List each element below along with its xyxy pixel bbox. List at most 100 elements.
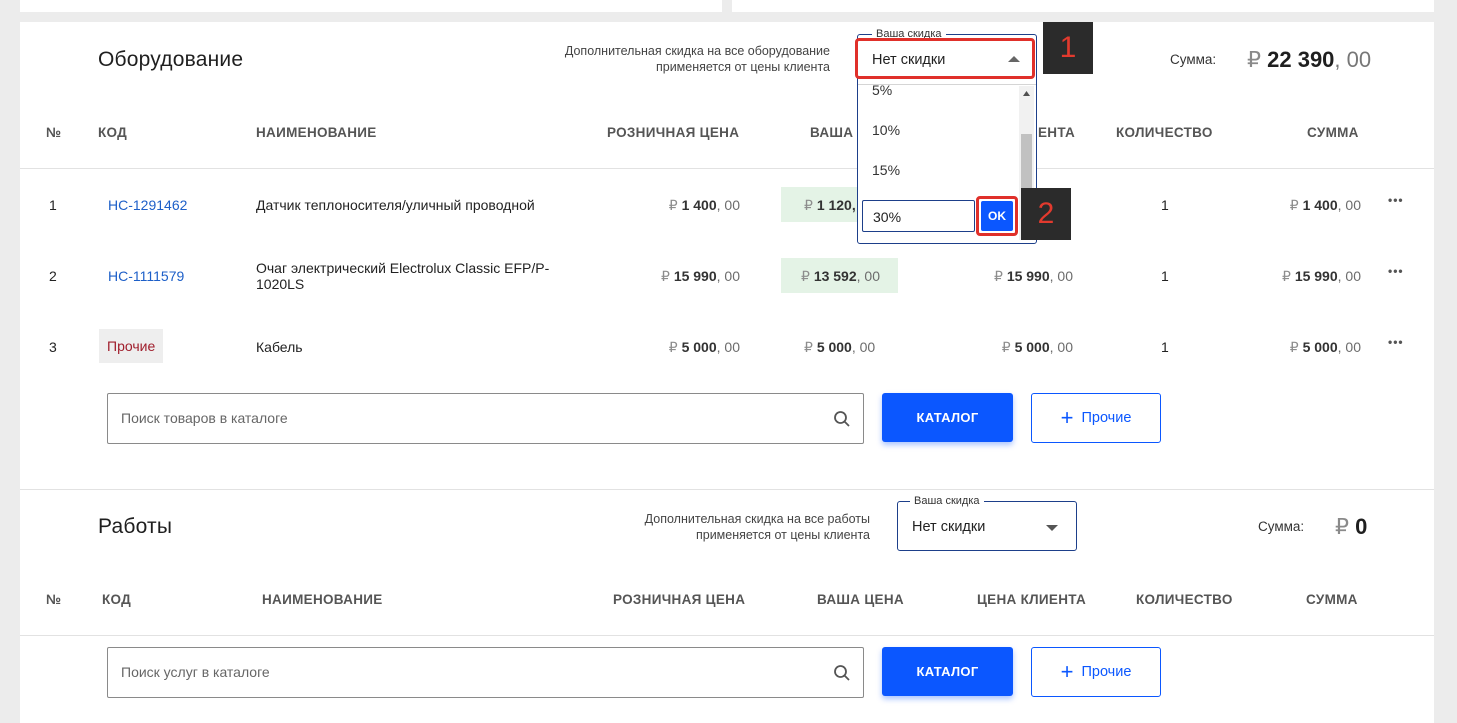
th-retail: РОЗНИЧНАЯ ЦЕНА: [607, 125, 740, 140]
row2-more-icon[interactable]: •••: [1388, 264, 1404, 278]
row3-other-tag: Прочие: [99, 329, 164, 363]
custom-discount-input[interactable]: 30%: [862, 200, 975, 232]
th-your-price: ВАША: [810, 125, 854, 140]
sum-main: 22 390: [1267, 47, 1335, 72]
other-label: Прочие: [1081, 664, 1132, 681]
th-sum: СУММА: [1307, 125, 1359, 140]
top-card-left: [20, 0, 722, 12]
sum-kop: , 00: [1334, 47, 1372, 72]
catalog-label: КАТАЛОГ: [916, 410, 979, 425]
works-th-client-price: ЦЕНА КЛИЕНТА: [977, 592, 1087, 607]
row2-client-price: ₽ 15 990, 00: [994, 268, 1073, 285]
custom-discount-value: 30%: [873, 209, 902, 225]
row3-retail: ₽ 5 000, 00: [669, 339, 740, 356]
currency: ₽: [1289, 339, 1299, 355]
hint-line-2: применяется от цены клиента: [695, 528, 870, 542]
chevron-up-icon: [1008, 56, 1020, 62]
equipment-discount-select[interactable]: Нет скидки: [855, 38, 1035, 79]
works-add-other-button[interactable]: + Прочие: [1031, 647, 1161, 697]
works-header-divider: [20, 635, 1434, 636]
annotation-badge-2: 2: [1021, 188, 1071, 240]
equipment-sum-value: ₽ 22 390, 00: [1247, 47, 1371, 73]
dropdown-option[interactable]: 5%: [872, 85, 892, 98]
works-th-name: НАИМЕНОВАНИЕ: [262, 592, 383, 607]
kop: , 00: [716, 339, 740, 355]
equipment-header-divider: [20, 168, 1434, 169]
value: 5 000: [1302, 339, 1338, 355]
kop: , 00: [716, 268, 740, 284]
currency: ₽: [804, 339, 813, 355]
ok-button[interactable]: OK: [981, 201, 1013, 231]
badge-number: 1: [1059, 31, 1077, 64]
works-discount-select[interactable]: Ваша скидка Нет скидки: [897, 495, 1077, 551]
row2-num: 2: [49, 268, 57, 284]
row2-code-link[interactable]: НС-1111579: [108, 268, 184, 284]
currency: ₽: [668, 339, 678, 355]
row2-sum: ₽ 15 990, 00: [1282, 268, 1361, 285]
row3-qty: 1: [1161, 339, 1169, 355]
row2-retail: ₽ 15 990, 00: [661, 268, 740, 285]
name-line-1: Очаг электрический Electrolux Classic EF…: [256, 260, 550, 276]
works-th-sum: СУММА: [1306, 592, 1358, 607]
sum-currency: ₽: [1247, 47, 1261, 72]
currency: ₽: [1282, 268, 1291, 284]
row2-name: Очаг электрический Electrolux Classic EF…: [256, 260, 549, 292]
row1-num: 1: [49, 197, 57, 213]
currency: ₽: [994, 268, 1003, 284]
kop: , 00: [1337, 268, 1361, 284]
dropdown-option[interactable]: 15%: [872, 162, 900, 178]
row1-retail: ₽ 1 400, 00: [669, 197, 740, 214]
th-num: №: [46, 125, 62, 140]
search-placeholder: Поиск товаров в каталоге: [121, 410, 288, 426]
scroll-up-icon[interactable]: [1023, 91, 1030, 96]
search-placeholder: Поиск услуг в каталоге: [121, 664, 270, 680]
works-th-qty: КОЛИЧЕСТВО: [1136, 592, 1233, 607]
row3-more-icon[interactable]: •••: [1388, 335, 1404, 349]
hint-line-1: Дополнительная скидка на все работы: [644, 512, 870, 526]
works-discount-hint: Дополнительная скидка на все работы прим…: [645, 511, 870, 543]
chevron-down-icon: [1046, 525, 1058, 531]
value: 1 400: [681, 197, 717, 213]
works-th-your-price: ВАША ЦЕНА: [817, 592, 904, 607]
value: 13 592: [813, 268, 857, 284]
value: 1 120,: [816, 197, 856, 213]
value: 15 990: [1294, 268, 1338, 284]
works-search-input[interactable]: Поиск услуг в каталоге: [107, 647, 864, 698]
kop: , 00: [1337, 197, 1361, 213]
dropdown-option[interactable]: 10%: [872, 122, 900, 138]
th-qty: КОЛИЧЕСТВО: [1116, 125, 1213, 140]
currency: ₽: [668, 197, 678, 213]
row3-client-price: ₽ 5 000, 00: [1002, 339, 1073, 356]
equipment-catalog-button[interactable]: КАТАЛОГ: [882, 393, 1013, 442]
section-divider: [20, 489, 1434, 490]
discount-value: Нет скидки: [872, 52, 946, 68]
sum-main: 0: [1355, 514, 1368, 539]
value: 5 000: [1014, 339, 1050, 355]
th-name: НАИМЕНОВАНИЕ: [256, 125, 377, 140]
row1-name: Датчик теплоносителя/уличный проводной: [256, 197, 535, 213]
works-catalog-button[interactable]: КАТАЛОГ: [882, 647, 1013, 696]
currency: ₽: [801, 268, 810, 284]
works-sum-label: Сумма:: [1258, 519, 1305, 534]
kop: , 00: [1049, 339, 1073, 355]
equipment-search-input[interactable]: Поиск товаров в каталоге: [107, 393, 864, 444]
search-icon[interactable]: [833, 664, 851, 682]
ok-label: OK: [988, 209, 1006, 223]
hint-line-2: применяется от цены клиента: [655, 60, 830, 74]
discount-legend: Ваша скидка: [910, 495, 984, 507]
row1-your-price: ₽ 1 120,: [804, 197, 856, 214]
currency: ₽: [804, 197, 813, 213]
equipment-add-other-button[interactable]: + Прочие: [1031, 393, 1161, 443]
works-title: Работы: [98, 515, 173, 538]
row1-code-link[interactable]: НС-1291462: [108, 197, 187, 213]
row1-more-icon[interactable]: •••: [1388, 193, 1404, 207]
annotation-badge-1: 1: [1043, 22, 1093, 74]
row1-sum: ₽ 1 400, 00: [1290, 197, 1361, 214]
row1-qty: 1: [1161, 197, 1169, 213]
name-line-2: 1020LS: [256, 276, 305, 292]
works-th-num: №: [46, 592, 62, 607]
kop: , 00: [1049, 268, 1073, 284]
search-icon[interactable]: [833, 410, 851, 428]
hint-line-1: Дополнительная скидка на все оборудовани…: [564, 44, 830, 58]
value: 15 990: [1006, 268, 1050, 284]
